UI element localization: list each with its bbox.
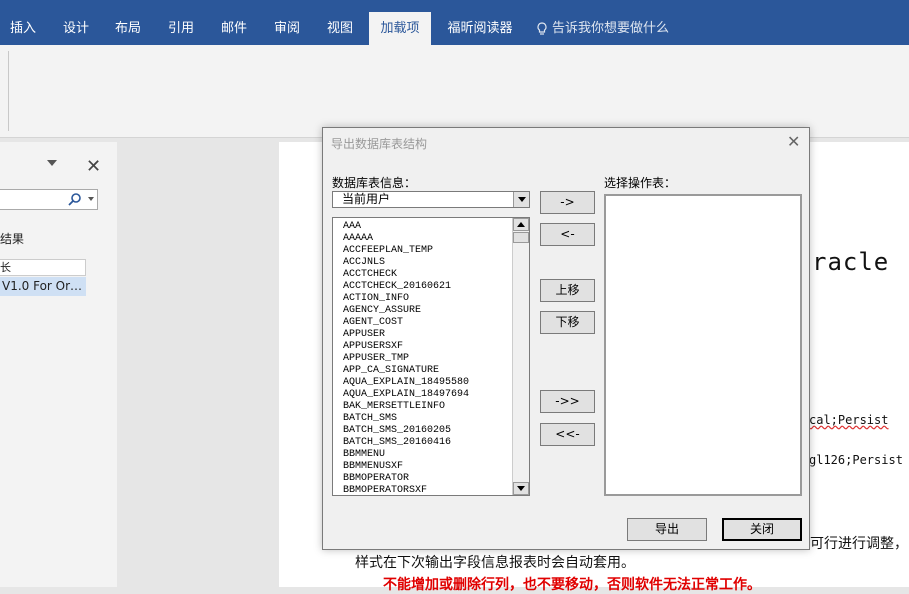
tell-me-text: 告诉我你想要做什么	[552, 21, 670, 36]
user-scope-select[interactable]: 当前用户	[332, 191, 530, 208]
user-scope-value: 当前用户	[342, 192, 391, 206]
db-info-label: 数据库表信息：	[332, 176, 417, 190]
remove-button[interactable]: <-	[540, 223, 595, 246]
tab-addins[interactable]: 加载项	[369, 12, 431, 45]
document-text-style: 样式在下次输出字段信息报表时会自动套用。	[355, 555, 635, 571]
table-list-item[interactable]: ACCTCHECK	[343, 269, 469, 281]
document-text-line: cal;Persist	[809, 413, 888, 427]
table-list-item[interactable]: BAK_MERSETTLEINFO	[343, 401, 469, 413]
nav-results-tab[interactable]: 结果	[0, 230, 24, 247]
export-table-structure-dialog: 导出数据库表结构 ✕ 数据库表信息： 选择操作表： 当前用户 AAA AAAAA A…	[322, 127, 810, 550]
chevron-down-icon[interactable]	[88, 197, 94, 201]
table-list-item[interactable]: AGENCY_ASSURE	[343, 305, 469, 317]
pane-gutter	[117, 142, 279, 587]
table-list-item[interactable]: APPUSERSXF	[343, 341, 469, 353]
tab-insert[interactable]: 插入	[0, 12, 46, 45]
lightbulb-icon	[537, 21, 547, 35]
tab-references[interactable]: 引用	[157, 12, 205, 45]
table-list-item[interactable]: ACCTCHECK_20160621	[343, 281, 469, 293]
title-strip	[0, 0, 909, 12]
export-button[interactable]: 导出	[627, 518, 707, 541]
move-up-button[interactable]: 上移	[540, 279, 595, 302]
add-all-button[interactable]: ->>	[540, 390, 595, 413]
close-icon[interactable]: ✕	[86, 156, 101, 177]
nav-heading-item[interactable]: 长	[0, 259, 86, 276]
table-list-item[interactable]: BBMMENUSXF	[343, 461, 469, 473]
table-list-item[interactable]: APPUSER	[343, 329, 469, 341]
table-list-item[interactable]: ACCFEEPLAN_TEMP	[343, 245, 469, 257]
table-list-item[interactable]: AAAAA	[343, 233, 469, 245]
nav-heading-item-selected[interactable]: V1.0 For Or…	[0, 277, 86, 296]
table-list-item[interactable]: BBMOPERATOR	[343, 473, 469, 485]
table-list-item[interactable]: BATCH_SMS_20160205	[343, 425, 469, 437]
table-list-item[interactable]: AQUA_EXPLAIN_18495580	[343, 377, 469, 389]
search-icon[interactable]	[68, 192, 82, 206]
nav-search-input[interactable]	[0, 189, 98, 210]
chevron-down-icon[interactable]	[47, 160, 57, 166]
table-list-item[interactable]: BBMOPERATORSXF	[343, 485, 469, 495]
scroll-down-arrow-icon[interactable]	[513, 482, 529, 495]
move-down-button[interactable]: 下移	[540, 311, 595, 334]
close-button[interactable]: 关闭	[722, 518, 802, 541]
tab-design[interactable]: 设计	[52, 12, 100, 45]
chevron-down-icon[interactable]	[513, 192, 529, 207]
table-list-item[interactable]: APP_CA_SIGNATURE	[343, 365, 469, 377]
table-list: AAA AAAAA ACCFEEPLAN_TEMP ACCJNLS ACCTCHECK A…	[343, 221, 469, 495]
tab-view[interactable]: 视图	[316, 12, 364, 45]
remove-all-button[interactable]: <<-	[540, 423, 595, 446]
tab-foxit-reader[interactable]: 福昕阅读器	[437, 12, 523, 45]
table-list-item[interactable]: BATCH_SMS_20160416	[343, 437, 469, 449]
document-warning-text: 不能增加或删除行列，也不要移动，否则软件无法正常工作。	[383, 577, 761, 593]
dialog-title: 导出数据库表结构	[331, 137, 428, 151]
tab-layout[interactable]: 布局	[104, 12, 152, 45]
table-listbox[interactable]: AAA AAAAA ACCFEEPLAN_TEMP ACCJNLS ACCTCHECK A…	[332, 217, 530, 496]
table-list-item[interactable]: AAA	[343, 221, 469, 233]
document-text-persist-1: cal;Persist	[809, 413, 889, 427]
listbox-scrollbar[interactable]	[512, 218, 529, 495]
tell-me-box[interactable]: 告诉我你想要做什么	[536, 12, 669, 45]
table-list-item[interactable]: ACCJNLS	[343, 257, 469, 269]
ribbon-body	[0, 45, 909, 138]
table-list-item[interactable]: ACTION_INFO	[343, 293, 469, 305]
select-table-label: 选择操作表：	[604, 176, 677, 190]
table-list-item[interactable]: AQUA_EXPLAIN_18497694	[343, 389, 469, 401]
ribbon-separator	[8, 51, 9, 131]
table-list-item[interactable]: BBMMENU	[343, 449, 469, 461]
navigation-pane: ✕ 结果 长 V1.0 For Or…	[0, 142, 117, 587]
table-list-item[interactable]: BATCH_SMS	[343, 413, 469, 425]
document-title-fragment: racle	[812, 248, 890, 276]
close-icon[interactable]: ✕	[787, 132, 800, 151]
document-text-adjust: 可行进行调整，	[810, 536, 908, 552]
tab-review[interactable]: 审阅	[263, 12, 311, 45]
table-list-item[interactable]: APPUSER_TMP	[343, 353, 469, 365]
table-list-item[interactable]: AGENT_COST	[343, 317, 469, 329]
scroll-thumb[interactable]	[513, 232, 529, 243]
ribbon-tab-bar: 插入 设计 布局 引用 邮件 审阅 视图 加载项 福昕阅读器 告诉我你想要做什么	[0, 0, 909, 45]
document-text-persist-2: gl126;Persist	[809, 453, 903, 467]
selected-tables-listbox[interactable]	[604, 194, 802, 496]
tab-mailings[interactable]: 邮件	[210, 12, 258, 45]
scroll-up-arrow-icon[interactable]	[513, 218, 529, 231]
add-button[interactable]: ->	[540, 191, 595, 214]
